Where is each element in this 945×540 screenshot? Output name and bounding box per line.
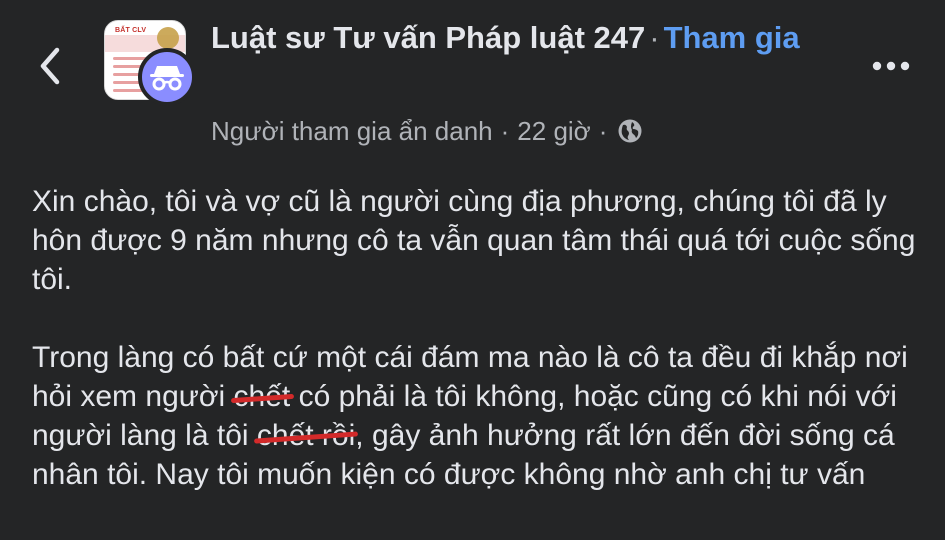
more-horizontal-icon bbox=[872, 61, 910, 71]
group-avatar-label: BẤT CLV bbox=[115, 27, 147, 34]
meta-separator: · bbox=[500, 116, 510, 146]
join-group-link[interactable]: Tham gia bbox=[664, 20, 800, 55]
struck-phrase: chết rồi bbox=[257, 416, 355, 455]
struck-word: chết bbox=[234, 377, 291, 416]
group-avatar-seal bbox=[157, 27, 179, 49]
author-name: Người tham gia ẩn danh bbox=[211, 116, 493, 146]
privacy-indicator bbox=[617, 118, 643, 144]
group-name[interactable]: Luật sư Tư vấn Pháp luật 247 bbox=[211, 20, 645, 55]
post-paragraph-1: Xin chào, tôi và vợ cũ là người cùng địa… bbox=[32, 185, 916, 296]
post-header-title: Luật sư Tư vấn Pháp luật 247 · Tham gia bbox=[211, 14, 821, 62]
more-options-button[interactable] bbox=[867, 48, 915, 84]
post-content: Xin chào, tôi và vợ cũ là người cùng địa… bbox=[32, 182, 932, 533]
incognito-icon bbox=[150, 66, 184, 91]
title-separator: · bbox=[649, 20, 660, 55]
meta-separator: · bbox=[598, 116, 608, 146]
post-paragraph-2: Trong làng có bất cứ một cái đám ma nào … bbox=[32, 338, 932, 494]
globe-icon bbox=[618, 119, 642, 143]
back-button[interactable] bbox=[28, 42, 72, 90]
anonymous-avatar bbox=[138, 48, 196, 106]
chevron-left-icon bbox=[40, 47, 60, 85]
post-timestamp[interactable]: 22 giờ bbox=[517, 113, 590, 149]
post-meta: Người tham gia ẩn danh · 22 giờ · bbox=[211, 113, 643, 149]
